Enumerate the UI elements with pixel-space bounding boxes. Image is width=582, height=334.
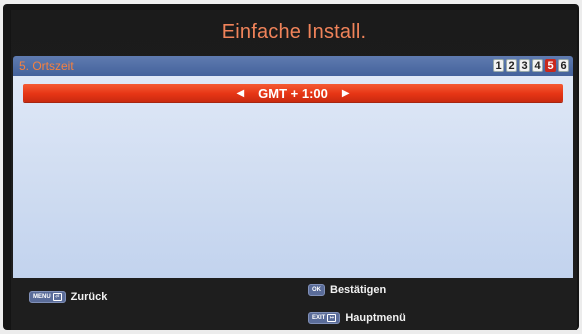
exit-key-icon: EXIT ↦: [308, 312, 341, 324]
step-box-3: 3: [519, 59, 530, 72]
arrow-right-icon[interactable]: ▶: [342, 88, 350, 99]
step-label: 5. Ortszeit: [19, 59, 74, 73]
title-bar: Einfache Install.: [11, 10, 577, 54]
step-box-4: 4: [532, 59, 543, 72]
back-hint[interactable]: MENU ⏎ Zurück: [29, 291, 107, 303]
ok-key-icon: OK: [308, 284, 325, 296]
tv-screen: Einfache Install. 5. Ortszeit 1 2 3 4 5 …: [11, 10, 577, 330]
tv-bezel: Einfache Install. 5. Ortszeit 1 2 3 4 5 …: [3, 4, 579, 330]
timezone-value: GMT + 1:00: [258, 85, 328, 101]
step-box-6: 6: [558, 59, 569, 72]
menu-key-icon: MENU ⏎: [29, 291, 66, 303]
confirm-hint[interactable]: OK Bestätigen: [308, 284, 386, 296]
timezone-selector[interactable]: ◀ GMT + 1:00 ▶: [23, 84, 563, 102]
step-box-1: 1: [493, 59, 504, 72]
step-header: 5. Ortszeit 1 2 3 4 5 6: [13, 56, 573, 76]
main-menu-hint[interactable]: EXIT ↦ Hauptmenü: [308, 312, 406, 324]
page-title: Einfache Install.: [221, 20, 367, 43]
step-box-5-active: 5: [545, 59, 556, 72]
main-menu-label: Hauptmenü: [345, 312, 406, 324]
content-panel: ◀ GMT + 1:00 ▶: [13, 76, 573, 278]
arrow-left-icon[interactable]: ◀: [236, 88, 244, 99]
back-label: Zurück: [70, 291, 108, 303]
confirm-label: Bestätigen: [330, 284, 387, 296]
step-indicator: 1 2 3 4 5 6: [493, 59, 569, 72]
step-box-2: 2: [506, 59, 517, 72]
